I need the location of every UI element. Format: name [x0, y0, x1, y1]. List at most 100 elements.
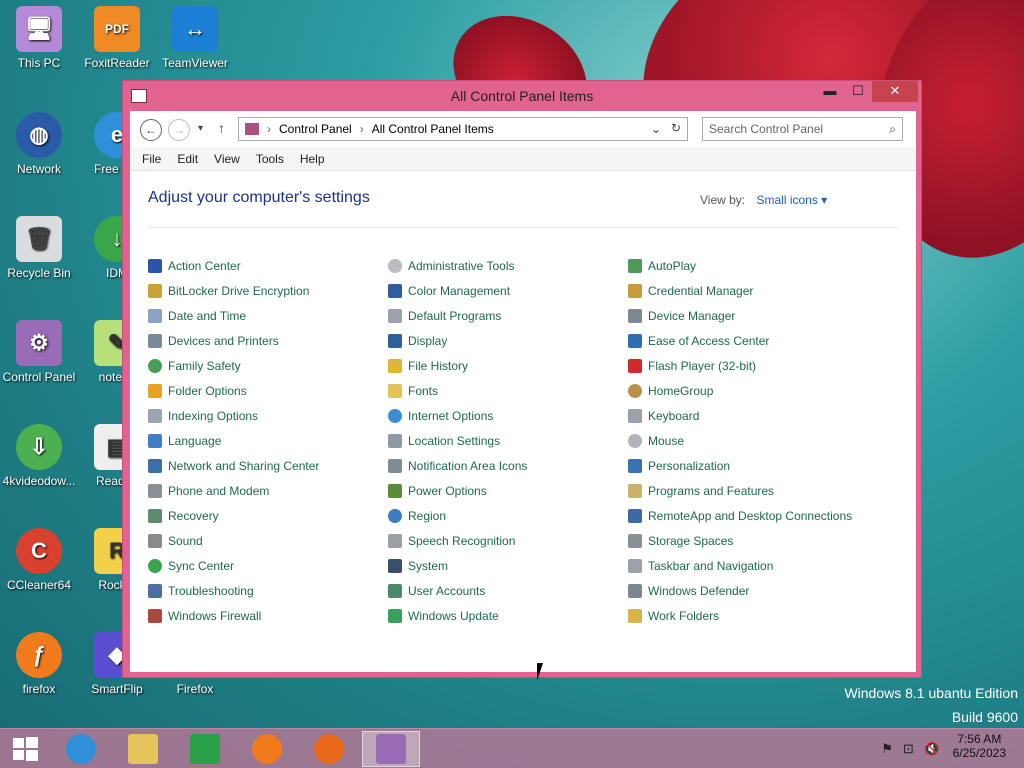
- cp-item-homegroup[interactable]: HomeGroup: [628, 378, 852, 403]
- cp-item-flash-player[interactable]: Flash Player (32-bit): [628, 353, 852, 378]
- volume-muted-icon[interactable]: 🔇: [924, 741, 940, 757]
- cp-item-language[interactable]: Language: [148, 428, 319, 453]
- maximize-button[interactable]: ☐: [844, 81, 872, 102]
- desktop-icon-network[interactable]: ◍ Network: [0, 112, 78, 176]
- cp-item-power-options[interactable]: Power Options: [388, 478, 527, 503]
- menu-edit[interactable]: Edit: [169, 147, 206, 170]
- taskbar-firefox[interactable]: [238, 731, 296, 767]
- minimize-button[interactable]: ▬: [816, 81, 844, 102]
- taskbar-control-panel[interactable]: [362, 731, 420, 767]
- clock-date: 6/25/2023: [952, 746, 1006, 760]
- close-button[interactable]: ✕: [872, 81, 918, 102]
- desktop-icon-4kvideodownloader[interactable]: ⇩ 4kvideodow...: [0, 424, 78, 488]
- cp-item-default-programs[interactable]: Default Programs: [388, 303, 527, 328]
- desktop-icon-recycle-bin[interactable]: 🗑 Recycle Bin: [0, 216, 78, 280]
- taskbar-store[interactable]: [176, 731, 234, 767]
- window-title: All Control Panel Items: [450, 88, 594, 104]
- watermark-edition: Windows 8.1 ubantu Edition: [844, 685, 1018, 701]
- search-input[interactable]: Search Control Panel ⌕: [702, 117, 903, 141]
- cp-item-region[interactable]: Region: [388, 503, 527, 528]
- title-bar[interactable]: All Control Panel Items ▬ ☐ ✕: [123, 81, 921, 111]
- flash-icon: [628, 358, 642, 373]
- cp-item-display[interactable]: Display: [388, 328, 527, 353]
- cp-item-devices-printers[interactable]: Devices and Printers: [148, 328, 319, 353]
- desktop-icon-teamviewer[interactable]: ↔ TeamViewer: [156, 6, 234, 70]
- breadcrumb-all-items[interactable]: All Control Panel Items: [372, 122, 494, 136]
- cp-item-troubleshooting[interactable]: Troubleshooting: [148, 578, 319, 603]
- cp-item-family-safety[interactable]: Family Safety: [148, 353, 319, 378]
- breadcrumb-control-panel[interactable]: Control Panel: [279, 122, 352, 136]
- start-button[interactable]: [0, 731, 50, 767]
- up-arrow-icon[interactable]: ↑: [218, 120, 225, 136]
- cp-item-windows-update[interactable]: Windows Update: [388, 603, 527, 628]
- cp-item-mouse[interactable]: Mouse: [628, 428, 852, 453]
- clock[interactable]: 7:56 AM 6/25/2023: [953, 732, 1006, 760]
- store-icon: [190, 734, 220, 764]
- cp-item-action-center[interactable]: Action Center: [148, 253, 319, 278]
- cp-item-personalization[interactable]: Personalization: [628, 453, 852, 478]
- pdf-icon: PDF: [94, 6, 140, 52]
- warning-icon: [148, 383, 162, 398]
- menu-view[interactable]: View: [206, 147, 248, 170]
- folder-icon: [388, 358, 402, 373]
- cp-item-windows-firewall[interactable]: Windows Firewall: [148, 603, 319, 628]
- cp-item-sync-center[interactable]: Sync Center: [148, 553, 319, 578]
- chevron-down-icon[interactable]: ⌄: [651, 122, 661, 136]
- taskbar-internet-explorer[interactable]: [52, 731, 110, 767]
- breadcrumb-separator-icon: ›: [359, 122, 364, 136]
- cp-item-windows-defender[interactable]: Windows Defender: [628, 578, 852, 603]
- cp-item-fonts[interactable]: Fonts: [388, 378, 527, 403]
- internet-icon: [388, 408, 402, 423]
- breadcrumb-separator-icon: ›: [267, 122, 271, 136]
- cp-item-folder-options[interactable]: Folder Options: [148, 378, 319, 403]
- cp-item-keyboard[interactable]: Keyboard: [628, 403, 852, 428]
- taskbar-file-explorer[interactable]: [114, 731, 172, 767]
- forward-button[interactable]: →: [168, 119, 190, 141]
- view-by-dropdown[interactable]: Small icons ▾: [756, 193, 827, 207]
- refresh-icon[interactable]: ↻: [671, 121, 681, 135]
- cp-item-indexing-options[interactable]: Indexing Options: [148, 403, 319, 428]
- cp-item-taskbar-navigation[interactable]: Taskbar and Navigation: [628, 553, 852, 578]
- cp-item-device-manager[interactable]: Device Manager: [628, 303, 852, 328]
- cp-item-work-folders[interactable]: Work Folders: [628, 603, 852, 628]
- desktop-icon-foxitreader[interactable]: PDF FoxitReader: [78, 6, 156, 70]
- cp-item-color-management[interactable]: Color Management: [388, 278, 527, 303]
- cp-item-notification-area-icons[interactable]: Notification Area Icons: [388, 453, 527, 478]
- recent-pages-icon[interactable]: ▾: [198, 123, 203, 134]
- cp-item-sound[interactable]: Sound: [148, 528, 319, 553]
- menu-file[interactable]: File: [134, 147, 169, 170]
- cp-item-bitlocker[interactable]: BitLocker Drive Encryption: [148, 278, 319, 303]
- network-status-icon[interactable]: ⊡: [903, 741, 914, 757]
- control-panel-icon: [245, 123, 259, 135]
- desktop-icon-ccleaner[interactable]: C CCleaner64: [0, 528, 78, 592]
- action-center-flag-icon[interactable]: ⚑: [881, 741, 893, 757]
- cp-item-system[interactable]: System: [388, 553, 527, 578]
- cp-item-user-accounts[interactable]: User Accounts: [388, 578, 527, 603]
- menu-tools[interactable]: Tools: [248, 147, 292, 170]
- menu-help[interactable]: Help: [292, 147, 333, 170]
- cp-item-file-history[interactable]: File History: [388, 353, 527, 378]
- cp-item-storage-spaces[interactable]: Storage Spaces: [628, 528, 852, 553]
- back-button[interactable]: ←: [140, 119, 162, 141]
- cp-item-recovery[interactable]: Recovery: [148, 503, 319, 528]
- cp-item-autoplay[interactable]: AutoPlay: [628, 253, 852, 278]
- desktop-icon-firefox[interactable]: ƒ firefox: [0, 632, 78, 696]
- cp-item-credential-manager[interactable]: Credential Manager: [628, 278, 852, 303]
- cp-item-date-time[interactable]: Date and Time: [148, 303, 319, 328]
- cp-item-administrative-tools[interactable]: Administrative Tools: [388, 253, 527, 278]
- cp-item-location-settings[interactable]: Location Settings: [388, 428, 527, 453]
- cp-item-phone-modem[interactable]: Phone and Modem: [148, 478, 319, 503]
- desktop-icon-control-panel[interactable]: ⚙ Control Panel: [0, 320, 78, 384]
- cp-item-remoteapp[interactable]: RemoteApp and Desktop Connections: [628, 503, 852, 528]
- desktop-icon-this-pc[interactable]: 🖥 This PC: [0, 6, 78, 70]
- gear-icon: [388, 258, 402, 273]
- address-bar[interactable]: › Control Panel › All Control Panel Item…: [238, 117, 688, 141]
- cp-item-programs-features[interactable]: Programs and Features: [628, 478, 852, 503]
- cp-item-network-sharing[interactable]: Network and Sharing Center: [148, 453, 319, 478]
- cp-item-speech-recognition[interactable]: Speech Recognition: [388, 528, 527, 553]
- vault-icon: [628, 283, 642, 298]
- taskbar-firefox-2[interactable]: [300, 731, 358, 767]
- remote-desktop-icon: [628, 508, 642, 523]
- cp-item-internet-options[interactable]: Internet Options: [388, 403, 527, 428]
- cp-item-ease-of-access[interactable]: Ease of Access Center: [628, 328, 852, 353]
